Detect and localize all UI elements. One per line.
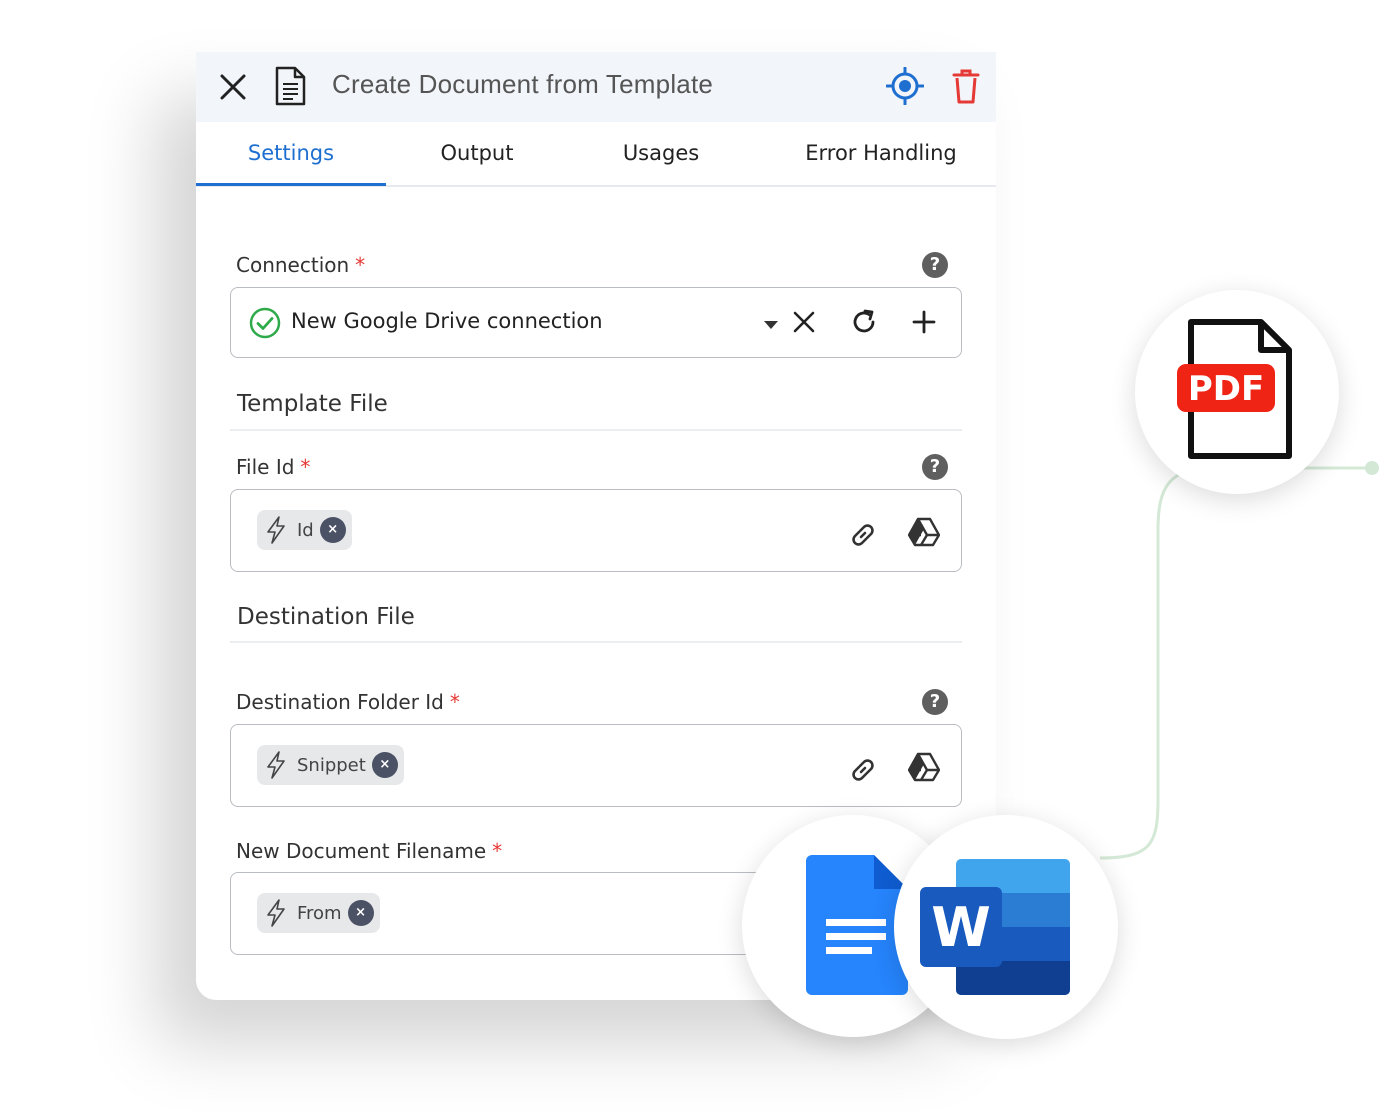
section-template-file: Template File	[237, 391, 388, 417]
required-mark: *	[492, 839, 503, 863]
chip-label: Snippet	[297, 754, 366, 776]
close-icon[interactable]	[216, 70, 250, 104]
chip-remove-icon[interactable]: ×	[371, 752, 398, 778]
chip-label: Id	[297, 519, 314, 541]
chip-remove-icon[interactable]: ×	[347, 900, 374, 926]
required-mark: *	[300, 455, 311, 479]
help-icon[interactable]: ?	[922, 454, 948, 480]
refresh-icon[interactable]	[850, 308, 878, 336]
word-letter: W	[931, 896, 991, 959]
tab-error-handling[interactable]: Error Handling	[786, 122, 976, 183]
variable-chip[interactable]: From ×	[257, 893, 380, 933]
file-id-label: File Id *	[236, 455, 310, 479]
lightning-icon	[267, 516, 285, 544]
document-icon	[275, 66, 306, 106]
required-mark: *	[355, 253, 366, 277]
new-filename-label: New Document Filename *	[236, 839, 502, 863]
file-id-input[interactable]: Id ×	[230, 489, 962, 572]
pdf-label: PDF	[1188, 369, 1264, 409]
microsoft-word-badge: W	[894, 815, 1118, 1039]
connection-value: New Google Drive connection	[291, 309, 603, 333]
panel-title: Create Document from Template	[332, 69, 714, 99]
pdf-badge: PDF	[1135, 290, 1339, 494]
tab-settings[interactable]: Settings	[196, 122, 386, 186]
variable-chip[interactable]: Id ×	[257, 510, 352, 550]
chip-label: From	[297, 902, 342, 924]
lightning-icon	[267, 899, 285, 927]
help-icon[interactable]: ?	[922, 689, 948, 715]
check-circle-icon	[249, 307, 281, 339]
destination-folder-label: Destination Folder Id *	[236, 690, 460, 714]
connection-label-text: Connection	[236, 253, 350, 277]
lightning-icon	[267, 751, 285, 779]
clear-icon[interactable]	[792, 310, 816, 334]
pdf-icon: PDF	[1177, 319, 1292, 459]
divider	[230, 641, 962, 643]
section-destination-file: Destination File	[237, 604, 415, 630]
required-mark: *	[449, 690, 460, 714]
connection-select[interactable]: New Google Drive connection	[230, 287, 962, 358]
new-filename-label-text: New Document Filename	[236, 839, 487, 863]
tab-output[interactable]: Output	[392, 122, 562, 183]
google-drive-icon[interactable]	[908, 752, 940, 782]
divider	[230, 429, 962, 431]
connection-label: Connection *	[236, 253, 365, 277]
target-icon[interactable]	[886, 67, 924, 105]
variable-chip[interactable]: Snippet ×	[257, 745, 404, 785]
file-id-label-text: File Id	[236, 455, 295, 479]
link-icon[interactable]	[848, 755, 878, 785]
panel-header: Create Document from Template	[196, 52, 996, 122]
link-icon[interactable]	[848, 520, 878, 550]
tab-bar: Settings Output Usages Error Handling	[196, 122, 996, 187]
chevron-down-icon[interactable]	[763, 320, 779, 330]
trash-icon[interactable]	[951, 68, 981, 104]
google-drive-icon[interactable]	[908, 517, 940, 547]
destination-folder-label-text: Destination Folder Id	[236, 690, 444, 714]
destination-folder-input[interactable]: Snippet ×	[230, 724, 962, 807]
microsoft-word-icon: W	[920, 859, 1070, 995]
tab-usages[interactable]: Usages	[576, 122, 746, 183]
chip-remove-icon[interactable]: ×	[319, 517, 346, 543]
add-icon[interactable]	[912, 310, 936, 334]
help-icon[interactable]: ?	[922, 252, 948, 278]
